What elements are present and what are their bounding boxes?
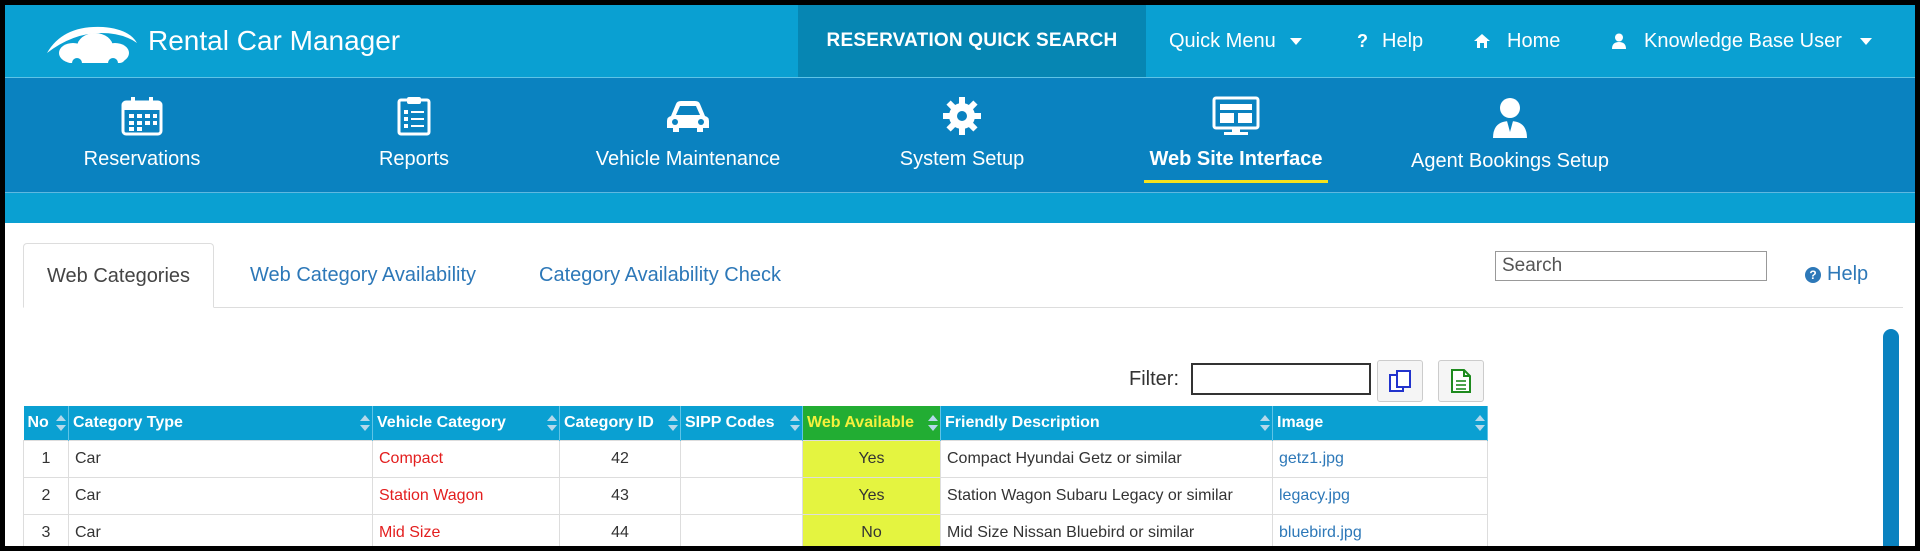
header-label: SIPP Codes xyxy=(685,414,775,431)
nav-label: Vehicle Maintenance xyxy=(595,148,781,170)
cell-category-id: 44 xyxy=(559,514,681,546)
nav-web-site-interface[interactable]: Web Site Interface xyxy=(1126,78,1346,192)
nav-label: Web Site Interface xyxy=(1149,148,1323,170)
header-label: No xyxy=(27,414,49,431)
nav-reports[interactable]: Reports xyxy=(304,78,524,192)
cloud-car-logo-icon[interactable] xyxy=(43,19,139,69)
table-row[interactable]: 3 Car Mid Size 44 No Mid Size Nissan Blu… xyxy=(23,514,1488,546)
vertical-scrollbar-thumb[interactable] xyxy=(1883,329,1899,546)
app-title[interactable]: Rental Car Manager xyxy=(148,25,400,57)
user-icon xyxy=(1612,33,1626,49)
table-header-row: No Category Type Vehicle Category Catego… xyxy=(23,406,1488,441)
cell-category-type: Car xyxy=(68,514,373,546)
user-menu-dropdown[interactable]: Knowledge Base User xyxy=(1612,5,1872,77)
column-header-vehicle-category[interactable]: Vehicle Category xyxy=(372,406,560,441)
main-navigation: Reservations Reports Vehicle Maintenance xyxy=(5,78,1915,193)
question-circle-icon: ? xyxy=(1805,266,1821,283)
cell-image-link[interactable]: legacy.jpg xyxy=(1272,477,1488,515)
active-nav-underline xyxy=(1144,180,1328,183)
column-header-category-type[interactable]: Category Type xyxy=(68,406,373,441)
cell-vehicle-category-link[interactable]: Compact xyxy=(372,440,560,478)
nav-label: Reservations xyxy=(83,148,201,170)
nav-reservations[interactable]: Reservations xyxy=(32,78,252,192)
tab-category-availability-check[interactable]: Category Availability Check xyxy=(516,243,804,307)
filter-label: Filter: xyxy=(1129,368,1179,390)
car-icon xyxy=(667,101,709,132)
home-label: Home xyxy=(1507,29,1561,52)
search-input[interactable] xyxy=(1495,251,1767,281)
column-header-friendly-description[interactable]: Friendly Description xyxy=(940,406,1273,441)
help-link[interactable]: ? Help xyxy=(1805,263,1868,286)
cell-sipp-codes xyxy=(680,514,803,546)
copy-icon xyxy=(1389,370,1411,392)
header-label: Friendly Description xyxy=(945,414,1100,431)
nav-sub-strip xyxy=(5,193,1915,223)
export-excel-button[interactable] xyxy=(1438,360,1484,402)
nav-label: System Setup xyxy=(899,148,1025,170)
column-header-web-available[interactable]: Web Available xyxy=(802,406,941,441)
chevron-down-icon xyxy=(1859,37,1872,45)
nav-label: Reports xyxy=(378,148,450,170)
help-menu-link[interactable]: ? Help xyxy=(1357,5,1423,77)
quick-menu-dropdown[interactable]: Quick Menu xyxy=(1169,5,1302,77)
column-header-no[interactable]: No xyxy=(23,406,69,441)
filter-input[interactable] xyxy=(1191,363,1371,395)
spreadsheet-icon xyxy=(1451,369,1471,393)
table-row[interactable]: 2 Car Station Wagon 43 Yes Station Wagon… xyxy=(23,477,1488,515)
cell-no: 2 xyxy=(23,477,69,515)
cell-image-link[interactable]: bluebird.jpg xyxy=(1272,514,1488,546)
header-label: Web Available xyxy=(807,414,914,431)
cell-sipp-codes xyxy=(680,440,803,478)
header-label: Image xyxy=(1277,414,1324,431)
cell-category-type: Car xyxy=(68,440,373,478)
column-header-category-id[interactable]: Category ID xyxy=(559,406,681,441)
nav-system-setup[interactable]: System Setup xyxy=(852,78,1072,192)
cell-no: 3 xyxy=(23,514,69,546)
column-header-image[interactable]: Image xyxy=(1272,406,1488,441)
calendar-icon xyxy=(121,97,163,136)
home-link[interactable]: Home xyxy=(1473,5,1560,77)
header-label: Category Type xyxy=(73,414,183,431)
quick-menu-label: Quick Menu xyxy=(1169,29,1276,52)
cell-friendly-description: Station Wagon Subaru Legacy or similar xyxy=(940,477,1273,515)
cell-category-type: Car xyxy=(68,477,373,515)
column-header-sipp-codes[interactable]: SIPP Codes xyxy=(680,406,803,441)
web-categories-table: No Category Type Vehicle Category Catego… xyxy=(23,406,1488,546)
home-icon xyxy=(1474,34,1490,48)
cell-web-available: Yes xyxy=(802,440,941,478)
nav-agent-bookings-setup[interactable]: Agent Bookings Setup xyxy=(1400,78,1620,192)
copy-button[interactable] xyxy=(1377,360,1423,402)
header-label: Category ID xyxy=(564,414,654,431)
reservation-quick-search-button[interactable]: RESERVATION QUICK SEARCH xyxy=(798,5,1146,77)
cell-category-id: 42 xyxy=(559,440,681,478)
monitor-icon xyxy=(1212,96,1260,135)
table-row[interactable]: 1 Car Compact 42 Yes Compact Hyundai Get… xyxy=(23,440,1488,478)
cell-web-available: No xyxy=(802,514,941,546)
agent-icon xyxy=(1493,98,1527,138)
tab-web-categories[interactable]: Web Categories xyxy=(23,243,215,308)
user-name: Knowledge Base User xyxy=(1644,29,1842,52)
nav-vehicle-maintenance[interactable]: Vehicle Maintenance xyxy=(578,78,798,192)
app-window: Rental Car Manager RESERVATION QUICK SEA… xyxy=(5,5,1915,546)
cell-image-link[interactable]: getz1.jpg xyxy=(1272,440,1488,478)
nav-label: Agent Bookings Setup xyxy=(1411,150,1609,172)
cell-sipp-codes xyxy=(680,477,803,515)
help-menu-label: Help xyxy=(1382,29,1424,52)
chevron-down-icon xyxy=(1289,37,1302,45)
help-link-label: Help xyxy=(1827,263,1869,285)
clipboard-icon xyxy=(397,97,431,136)
cell-vehicle-category-link[interactable]: Station Wagon xyxy=(372,477,560,515)
question-icon: ? xyxy=(1357,30,1368,51)
cell-vehicle-category-link[interactable]: Mid Size xyxy=(372,514,560,546)
cell-no: 1 xyxy=(23,440,69,478)
cell-category-id: 43 xyxy=(559,477,681,515)
cell-friendly-description: Compact Hyundai Getz or similar xyxy=(940,440,1273,478)
cell-friendly-description: Mid Size Nissan Bluebird or similar xyxy=(940,514,1273,546)
tab-web-category-availability[interactable]: Web Category Availability xyxy=(227,243,499,307)
cell-web-available: Yes xyxy=(802,477,941,515)
gear-icon xyxy=(943,97,981,135)
header-label: Vehicle Category xyxy=(377,414,506,431)
top-bar: Rental Car Manager RESERVATION QUICK SEA… xyxy=(5,5,1915,78)
